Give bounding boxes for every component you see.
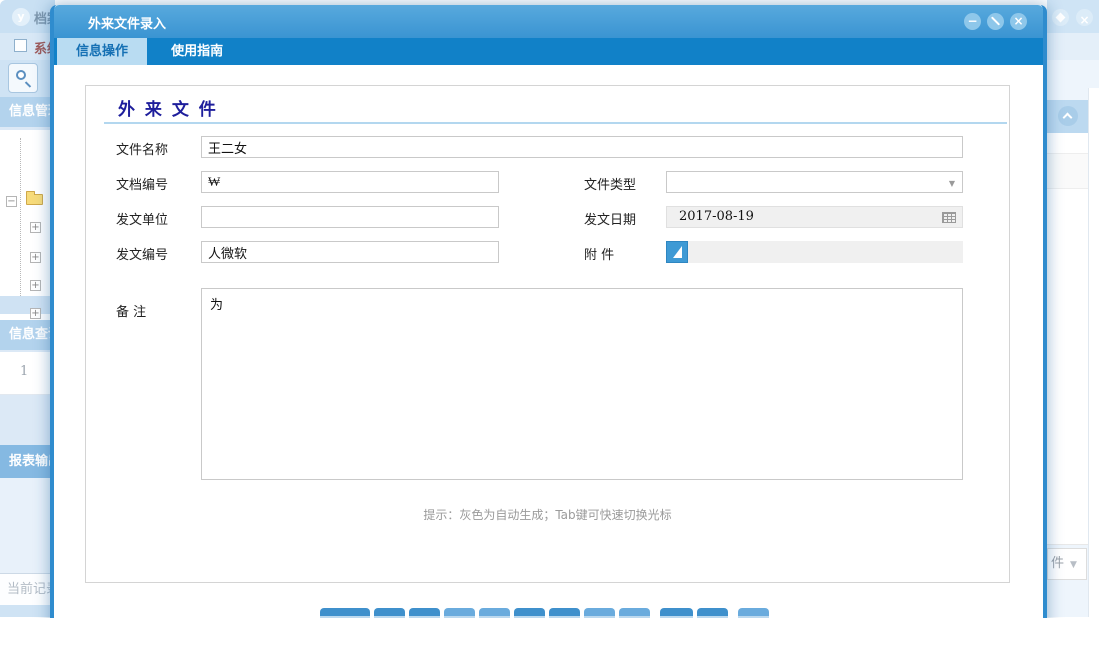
tree-expand-toggle[interactable]: + [30, 252, 41, 263]
search-icon [16, 70, 26, 80]
bottom-action-button[interactable] [374, 608, 405, 618]
send-date-label: 发文日期 [584, 213, 637, 228]
remark-label: 备 注 [116, 305, 147, 320]
bottom-action-button[interactable] [444, 608, 475, 618]
doc-number-input[interactable] [201, 171, 499, 193]
chevron-down-icon: ▼ [1070, 560, 1077, 570]
background-toolbar [0, 60, 55, 97]
send-date-value: 2017-08-19 [679, 209, 754, 224]
dialog-title: 外来文件录入 [88, 17, 167, 32]
upload-icon [673, 246, 682, 258]
close-icon: × [1013, 14, 1024, 28]
tab-info-operation[interactable]: 信息操作 [57, 38, 148, 65]
minimize-icon: − [967, 14, 978, 28]
restore-icon [1055, 12, 1066, 23]
attachment-upload-button[interactable] [666, 241, 688, 263]
background-right-panel-header [1047, 100, 1092, 133]
tree-expand-toggle[interactable]: + [30, 308, 41, 319]
panel-header-report-output[interactable]: 报表输出 [0, 445, 55, 478]
app-logo: y [12, 8, 30, 26]
checkbox[interactable] [14, 39, 27, 52]
folder-icon [26, 191, 43, 205]
send-unit-label: 发文单位 [116, 213, 169, 228]
doc-type-select[interactable]: ▼ [666, 171, 963, 193]
screenshot-canvas: y 档案 系统 信息管理 − + + + [0, 0, 1099, 655]
background-right-row [1047, 153, 1092, 189]
dialog-titlebar[interactable]: 外来文件录入 − × [54, 5, 1043, 38]
send-number-input[interactable] [201, 241, 499, 263]
bottom-action-button[interactable] [320, 608, 370, 618]
calendar-icon[interactable] [942, 212, 956, 223]
dialog-body: 外 来 文 件 文件名称 文档编号 文件类型 ▼ 发文单位 [54, 65, 1043, 618]
background-window-left: y 档案 系统 信息管理 − + + + [0, 0, 60, 617]
background-menu-row: 系统 [0, 33, 60, 60]
background-right-titlebar: × [1047, 0, 1099, 33]
close-button[interactable]: × [1010, 13, 1027, 30]
external-document-entry-dialog: 外来文件录入 − × 信息操作 使用指南 外 来 文 件 文件名称 王二女 文档… [50, 5, 1047, 618]
bottom-action-button[interactable] [619, 608, 650, 618]
bottom-button-row [320, 608, 769, 618]
chevron-down-icon: ▼ [948, 179, 955, 188]
bottom-action-button[interactable] [549, 608, 580, 618]
status-bar: 当前记录 [0, 573, 55, 605]
background-titlebar: y 档案 [0, 0, 60, 33]
background-footer-strip [0, 605, 55, 617]
list-item-number: 1 [20, 364, 29, 379]
tree-collapse-toggle[interactable]: − [6, 196, 17, 207]
restore-button[interactable] [1052, 9, 1069, 26]
bottom-action-button[interactable] [409, 608, 440, 618]
search-button[interactable] [8, 63, 38, 93]
bottom-action-button[interactable] [697, 608, 728, 618]
block-icon [990, 16, 1001, 26]
background-spacer [0, 395, 55, 445]
bottom-action-button[interactable] [514, 608, 545, 618]
background-scroll-column[interactable] [1088, 88, 1099, 617]
app-viewport: y 档案 系统 信息管理 − + + + [0, 0, 1099, 618]
background-right-content [1047, 133, 1092, 545]
tree-selected-row[interactable] [0, 296, 55, 314]
form-heading: 外 来 文 件 [118, 100, 218, 120]
collapse-panel-button[interactable] [1058, 106, 1078, 126]
doc-type-label: 文件类型 [584, 178, 637, 193]
background-window-right: × 件 ▼ [1047, 0, 1099, 617]
tree-guide-line [20, 138, 21, 308]
heading-underline [104, 122, 1007, 124]
block-button[interactable] [987, 13, 1004, 30]
remark-textarea[interactable]: 为 [201, 288, 963, 480]
doc-number-label: 文档编号 [116, 178, 169, 193]
close-button-background[interactable]: × [1076, 9, 1093, 27]
tree-expand-toggle[interactable]: + [30, 222, 41, 233]
panel-header-info-management[interactable]: 信息管理 [0, 97, 55, 127]
tree-expand-toggle[interactable]: + [30, 280, 41, 291]
minimize-button[interactable]: − [964, 13, 981, 30]
form-tip-text: 提示：灰色为自动生成；Tab键可快速切换光标 [423, 508, 672, 522]
attachment-label: 附 件 [584, 248, 615, 263]
chevron-up-icon [1062, 112, 1073, 123]
send-date-field[interactable]: 2017-08-19 [666, 206, 963, 228]
tree-view: − + + + + [0, 130, 55, 320]
doc-name-input[interactable] [201, 136, 963, 158]
tab-user-guide[interactable]: 使用指南 [152, 38, 242, 65]
attachment-bar [666, 241, 963, 263]
search-icon-handle [24, 81, 32, 88]
list-item[interactable]: 1 [0, 352, 55, 395]
bottom-action-button[interactable] [479, 608, 510, 618]
send-number-label: 发文编号 [116, 248, 169, 263]
dialog-tabstrip: 信息操作 使用指南 [54, 38, 1043, 65]
background-lower-area [0, 478, 55, 573]
doc-name-label: 文件名称 [116, 143, 169, 158]
background-dropdown-partial[interactable]: 件 ▼ [1047, 548, 1087, 580]
panel-header-info-query[interactable]: 信息查询 [0, 320, 55, 350]
close-icon: × [1079, 13, 1090, 27]
bottom-action-button[interactable] [660, 608, 693, 618]
background-right-subbar [1047, 33, 1099, 60]
bottom-action-button[interactable] [584, 608, 615, 618]
bottom-action-button[interactable] [738, 608, 769, 618]
dropdown-partial-label: 件 [1051, 556, 1065, 571]
send-unit-input[interactable] [201, 206, 499, 228]
form-panel: 外 来 文 件 文件名称 文档编号 文件类型 ▼ 发文单位 [85, 85, 1010, 583]
